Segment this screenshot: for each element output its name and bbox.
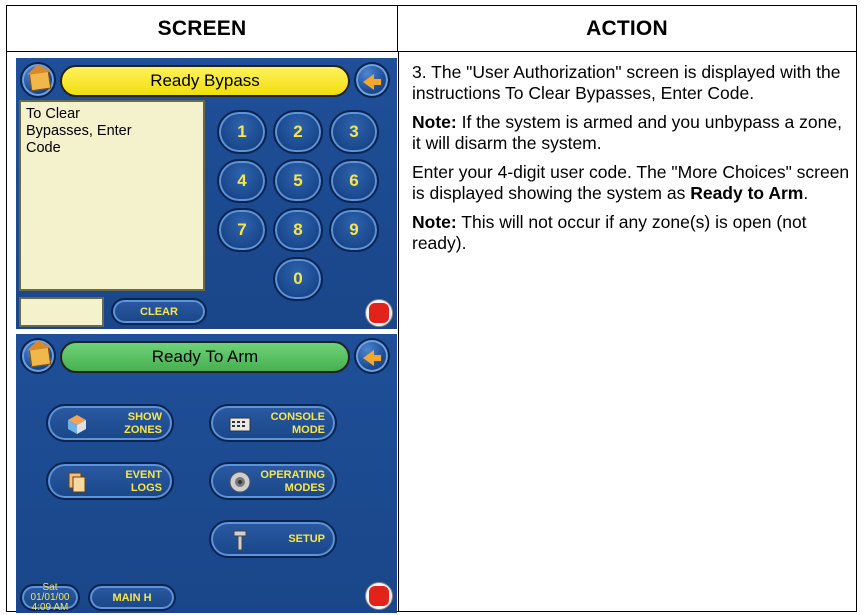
console-keypad-icon xyxy=(229,417,251,432)
action-instructions: 3. The "User Authorization" screen is di… xyxy=(412,62,852,262)
enter-code-paragraph: Enter your 4-digit user code. The "More … xyxy=(412,162,850,203)
event-logs-icon xyxy=(68,472,86,493)
zones-icon xyxy=(68,415,86,434)
instruction-message-box: To Clear Bypasses, Enter Code xyxy=(19,100,205,291)
button-label: OPERATING xyxy=(260,469,325,481)
clear-button[interactable]: CLEAR xyxy=(111,298,207,325)
back-arrow-icon xyxy=(363,350,381,366)
instruction-table: SCREEN ACTION Ready Bypass To Clear Bypa… xyxy=(6,5,857,613)
time-label: 4:09 AM xyxy=(31,601,69,613)
ready-to-arm-screen: Ready To Arm SHOW ZONES CONSOLE MODE EVE… xyxy=(16,334,397,613)
home-icon xyxy=(28,70,52,92)
keypad-key-5[interactable]: 5 xyxy=(273,159,323,203)
button-label: SHOW xyxy=(127,411,162,423)
keypad-key-4[interactable]: 4 xyxy=(217,159,267,203)
home-button[interactable] xyxy=(20,338,56,374)
note-paragraph: Note: If the system is armed and you unb… xyxy=(412,112,852,154)
message-line: Bypasses, Enter xyxy=(26,123,132,139)
button-label: MODES xyxy=(284,482,325,494)
message-line: Code xyxy=(26,140,61,156)
message-line: To Clear xyxy=(26,106,80,122)
home-icon xyxy=(28,346,52,368)
keypad-key-3[interactable]: 3 xyxy=(329,110,379,154)
note-label: Note: xyxy=(412,212,457,232)
keypad-key-2[interactable]: 2 xyxy=(273,110,323,154)
home-button[interactable] xyxy=(20,62,56,98)
speaker-icon xyxy=(229,471,251,493)
operating-modes-button[interactable]: OPERATING MODES xyxy=(209,462,337,500)
button-label: MODE xyxy=(292,424,325,436)
back-arrow-icon xyxy=(363,74,381,90)
console-mode-button[interactable]: CONSOLE MODE xyxy=(209,404,337,442)
date-time-button[interactable]: Sat 01/01/00 4:09 AM xyxy=(20,581,80,613)
note-text: If the system is armed and you unbypass … xyxy=(412,112,842,153)
keypad-key-7[interactable]: 7 xyxy=(217,208,267,252)
code-entry-field[interactable] xyxy=(19,297,104,327)
setup-tool-icon xyxy=(233,530,247,551)
panic-icon[interactable] xyxy=(365,582,393,610)
keypad-key-8[interactable]: 8 xyxy=(273,208,323,252)
button-label: SETUP xyxy=(288,533,325,545)
keypad-key-1[interactable]: 1 xyxy=(217,110,267,154)
note-label: Note: xyxy=(412,112,457,132)
screen-title: Ready To Arm xyxy=(60,341,350,373)
back-button[interactable] xyxy=(354,62,390,98)
event-logs-button[interactable]: EVENT LOGS xyxy=(46,462,174,500)
setup-button[interactable]: SETUP xyxy=(209,520,337,558)
action-column-header: ACTION xyxy=(398,6,856,52)
ready-to-arm-text: Ready to Arm xyxy=(690,183,804,203)
screen-column-header: SCREEN xyxy=(7,6,398,52)
step-3-text: 3. The "User Authorization" screen is di… xyxy=(412,62,841,103)
button-label: EVENT xyxy=(125,469,162,481)
column-divider xyxy=(398,52,399,611)
ready-bypass-screen: Ready Bypass To Clear Bypasses, Enter Co… xyxy=(16,58,397,329)
note-paragraph: Note: This will not occur if any zone(s)… xyxy=(412,212,852,254)
note-text: This will not occur if any zone(s) is op… xyxy=(412,212,807,253)
button-label: CONSOLE xyxy=(270,411,325,423)
main-button[interactable]: MAIN H xyxy=(88,584,176,611)
keypad-key-9[interactable]: 9 xyxy=(329,208,379,252)
keypad-key-0[interactable]: 0 xyxy=(273,257,323,301)
back-button[interactable] xyxy=(354,338,390,374)
keypad-key-6[interactable]: 6 xyxy=(329,159,379,203)
show-zones-button[interactable]: SHOW ZONES xyxy=(46,404,174,442)
date-label: Sat 01/01/00 xyxy=(30,581,70,603)
button-label: LOGS xyxy=(130,482,162,494)
panic-icon[interactable] xyxy=(365,299,393,327)
screen-title: Ready Bypass xyxy=(60,65,350,97)
button-label: ZONES xyxy=(124,424,162,436)
